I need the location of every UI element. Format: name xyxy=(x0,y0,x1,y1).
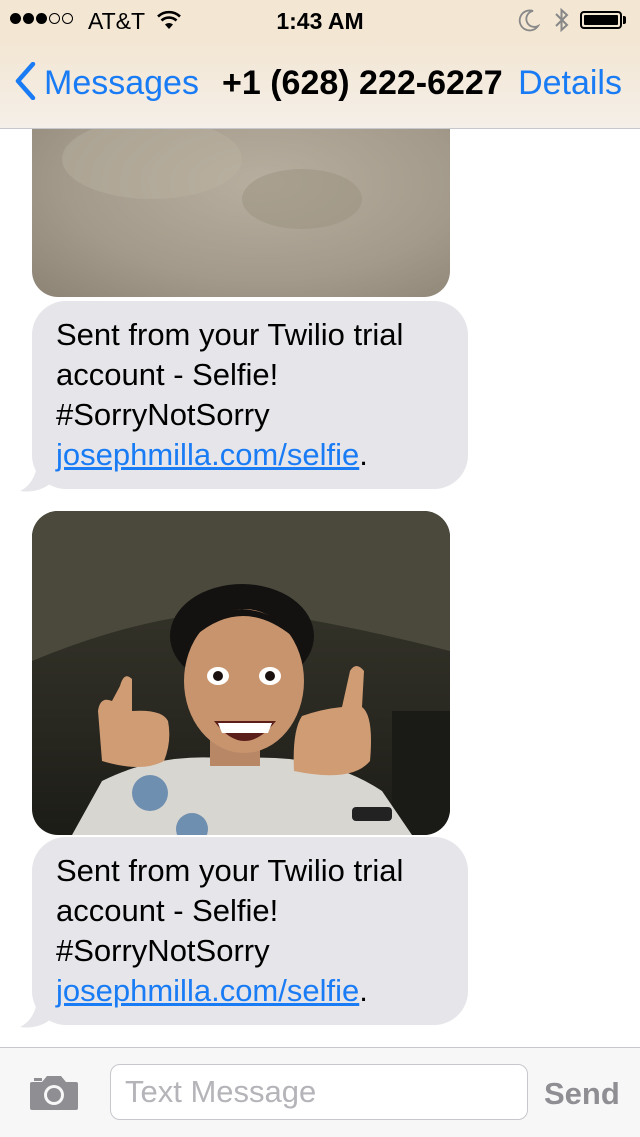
compose-bar: Send xyxy=(0,1047,640,1137)
link-suffix: . xyxy=(359,437,368,472)
received-message-bubble[interactable]: Sent from your Twilio trial account - Se… xyxy=(32,301,468,489)
status-bar: AT&T 1:43 AM xyxy=(0,0,640,40)
send-button[interactable]: Send xyxy=(544,1076,620,1112)
camera-icon[interactable] xyxy=(28,1072,80,1117)
message-line: account - Selfie! xyxy=(56,357,279,392)
message-line: #SorryNotSorry xyxy=(56,933,270,968)
image-message[interactable] xyxy=(32,129,450,297)
message-thread[interactable]: Sent from your Twilio trial account - Se… xyxy=(0,129,640,1047)
image-message[interactable] xyxy=(32,511,450,835)
nav-bar: Messages +1 (628) 222-6227 Details xyxy=(0,40,640,129)
battery-level xyxy=(584,15,618,25)
photo-wall-image xyxy=(62,129,362,229)
back-label: Messages xyxy=(44,64,199,102)
status-time: 1:43 AM xyxy=(276,8,364,34)
battery-icon xyxy=(580,11,622,29)
message-line-link: josephmilla.com/selfie. xyxy=(56,971,444,1011)
message-line: account - Selfie! xyxy=(56,893,279,928)
message-line: #SorryNotSorry xyxy=(56,397,270,432)
message-link[interactable]: josephmilla.com/selfie xyxy=(56,973,359,1008)
message-line: Sent from your Twilio trial xyxy=(56,317,404,352)
back-button[interactable]: Messages xyxy=(14,61,199,105)
details-button[interactable]: Details xyxy=(518,64,622,103)
link-suffix: . xyxy=(359,973,368,1008)
message-line: Sent from your Twilio trial xyxy=(56,853,404,888)
message-link[interactable]: josephmilla.com/selfie xyxy=(56,437,359,472)
bluetooth-icon xyxy=(553,6,571,40)
received-message-bubble[interactable]: Sent from your Twilio trial account - Se… xyxy=(32,837,468,1025)
selfie-photo-image xyxy=(32,511,450,835)
message-line-link: josephmilla.com/selfie. xyxy=(56,435,444,475)
battery-tip xyxy=(623,16,626,24)
conversation-title: +1 (628) 222-6227 xyxy=(222,64,503,102)
message-input[interactable] xyxy=(110,1064,528,1120)
moon-icon xyxy=(518,8,540,38)
chevron-left-icon xyxy=(14,61,36,105)
